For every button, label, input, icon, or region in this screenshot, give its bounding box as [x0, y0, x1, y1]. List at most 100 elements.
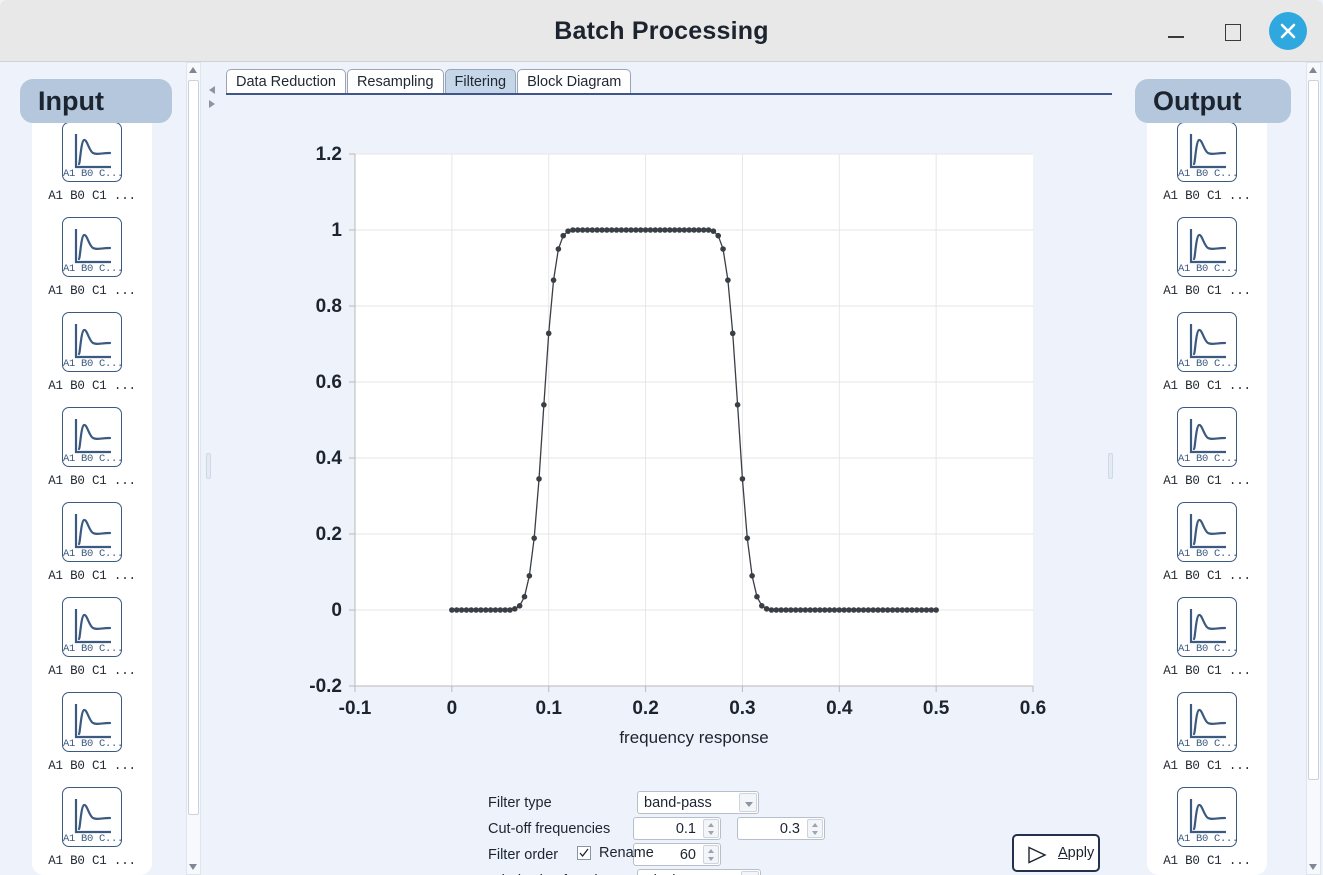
list-item-caption: A1 B0 C1 ... [48, 759, 136, 773]
data-point-marker [666, 227, 673, 233]
thumbnail[interactable]: A1 B0 C... [1177, 407, 1238, 467]
data-point-marker [628, 227, 634, 233]
data-point-marker [584, 227, 591, 233]
thumbnail[interactable]: A1 B0 C... [62, 597, 124, 657]
thumbnail[interactable]: A1 B0 C... [62, 312, 123, 372]
data-point-marker [502, 607, 508, 613]
thumbnail[interactable]: A1 B0 C... [1177, 787, 1238, 847]
right-splitter-handle[interactable] [1108, 453, 1113, 479]
list-item[interactable]: A1 B0 C... A1 B0 C1 ... [1147, 678, 1267, 773]
data-point-marker [725, 277, 731, 283]
thumbnail[interactable]: A1 B0 C... [1177, 692, 1238, 752]
data-point-marker [759, 603, 765, 609]
list-item[interactable]: A1 B0 C... A1 B0 C1 ... [1147, 488, 1267, 583]
thumbnail-overlay-label: A1 B0 C... [63, 643, 124, 655]
list-item[interactable]: A1 B0 C... A1 B0 C1 ... [1147, 393, 1267, 488]
thumbnail[interactable]: A1 B0 C... [62, 787, 124, 847]
y-tick-label: 1 [331, 220, 342, 241]
x-tick-label: 0.6 [1020, 698, 1046, 719]
thumbnail[interactable]: A1 B0 C... [1177, 502, 1238, 562]
list-item-caption: A1 B0 C1 ... [48, 284, 136, 298]
tab-scroll-left-icon[interactable] [209, 86, 215, 94]
input-panel-scrollbar[interactable] [186, 62, 201, 875]
thumbnail[interactable]: A1 B0 C... [1177, 217, 1239, 277]
list-item[interactable]: A1 B0 C... A1 B0 C1 ... [1147, 203, 1267, 298]
y-tick-label: 1.2 [316, 144, 342, 165]
close-icon[interactable] [1269, 12, 1307, 50]
data-point-marker [855, 607, 862, 613]
thumbnail[interactable]: A1 B0 C... [1177, 597, 1238, 657]
apply-button-label: Apply [1058, 845, 1094, 861]
scroll-up-arrow-icon[interactable] [1307, 63, 1320, 78]
tab-filtering[interactable]: Filtering [444, 69, 517, 94]
y-tick-label: 0.2 [316, 524, 342, 545]
list-item[interactable]: A1 B0 C... A1 B0 C1 ... [1147, 773, 1267, 868]
thumbnail[interactable]: A1 B0 C... [62, 692, 123, 752]
tab-bar[interactable]: Data Reduction Resampling Filtering Block D… [226, 69, 1122, 94]
thumbnail-overlay-label: A1 B0 C... [1178, 358, 1239, 370]
output-panel-header: Output [1135, 79, 1291, 123]
scrollbar-thumb[interactable] [188, 80, 199, 815]
data-point-marker [652, 227, 659, 233]
list-item[interactable]: A1 B0 C... A1 B0 C1 ... [32, 298, 152, 393]
data-point-marker [720, 246, 726, 252]
data-point-marker [821, 607, 828, 613]
thumbnail[interactable]: A1 B0 C... [1177, 122, 1238, 182]
data-point-marker [589, 227, 596, 233]
list-item[interactable]: A1 B0 C... A1 B0 C1 ... [32, 773, 152, 868]
input-panel-list[interactable]: A1 B0 C... A1 B0 C1 ... A1 B0 C... A1 B0 C1… [32, 108, 152, 875]
form-action-bar: Rename Apply [202, 834, 1306, 875]
thumbnail[interactable]: A1 B0 C... [62, 502, 123, 562]
tab-resampling[interactable]: Resampling [346, 69, 444, 94]
data-point-marker [894, 607, 901, 613]
input-panel-header: Input [20, 79, 172, 123]
apply-rest: pply [1067, 845, 1095, 861]
chevron-down-icon[interactable] [739, 793, 757, 812]
thumbnail-overlay-label: A1 B0 C... [63, 833, 124, 845]
frequency-response-chart: -0.2 0 0.2 0.4 0.6 0.8 1 1.2 -0.1 0 0.1 0.2 0.3 0.4 0.… [202, 102, 1306, 762]
data-point-marker [565, 228, 571, 234]
data-point-marker [453, 607, 460, 613]
list-item[interactable]: A1 B0 C... A1 B0 C1 ... [32, 583, 152, 678]
thumbnail[interactable]: A1 B0 C... [62, 122, 124, 182]
scroll-down-arrow-icon[interactable] [187, 859, 200, 874]
scroll-up-arrow-icon[interactable] [187, 63, 200, 78]
y-tick-label: 0.6 [316, 372, 342, 393]
y-tick-label: 0 [331, 600, 342, 621]
left-splitter-handle[interactable] [206, 453, 211, 479]
list-item[interactable]: A1 B0 C... A1 B0 C1 ... [32, 488, 152, 583]
list-item[interactable]: A1 B0 C... A1 B0 C1 ... [1147, 583, 1267, 678]
data-point-marker [884, 607, 891, 613]
list-item-caption: A1 B0 C1 ... [48, 664, 136, 678]
x-tick-label: 0 [447, 698, 458, 719]
list-item[interactable]: A1 B0 C... A1 B0 C1 ... [32, 393, 152, 488]
thumbnail[interactable]: A1 B0 C... [1177, 312, 1239, 372]
list-item[interactable]: A1 B0 C... A1 B0 C1 ... [1147, 298, 1267, 393]
list-item[interactable]: A1 B0 C... A1 B0 C1 ... [32, 203, 152, 298]
tab-block-diagram[interactable]: Block Diagram [517, 69, 632, 94]
thumbnail-overlay-label: A1 B0 C... [1178, 263, 1239, 275]
thumbnail[interactable]: A1 B0 C... [62, 217, 123, 277]
filter-type-select[interactable]: band-pass [637, 791, 759, 814]
plot-background [355, 154, 1033, 686]
thumbnail-overlay-label: A1 B0 C... [63, 168, 124, 180]
rename-checkbox[interactable] [577, 846, 591, 860]
data-point-marker [536, 476, 542, 482]
output-panel-scrollbar[interactable] [1306, 62, 1321, 875]
minimize-icon[interactable] [1157, 12, 1195, 50]
list-item-caption: A1 B0 C1 ... [48, 379, 136, 393]
list-item[interactable]: A1 B0 C... A1 B0 C1 ... [32, 678, 152, 773]
data-point-marker [507, 607, 513, 613]
apply-button[interactable]: Apply [1012, 834, 1100, 872]
maximize-icon[interactable] [1213, 12, 1251, 50]
data-point-marker [560, 232, 567, 239]
tab-data-reduction[interactable]: Data Reduction [226, 69, 346, 94]
output-panel-list[interactable]: A1 B0 C... A1 B0 C1 ... A1 B0 C... A1 B0 C1… [1147, 108, 1267, 875]
data-point-marker [734, 402, 741, 408]
scrollbar-thumb[interactable] [1308, 80, 1319, 780]
data-point-marker [933, 607, 939, 613]
data-point-marker [768, 607, 775, 613]
thumbnail[interactable]: A1 B0 C... [62, 407, 123, 467]
scroll-down-arrow-icon[interactable] [1307, 859, 1320, 874]
data-point-marker [473, 607, 479, 613]
